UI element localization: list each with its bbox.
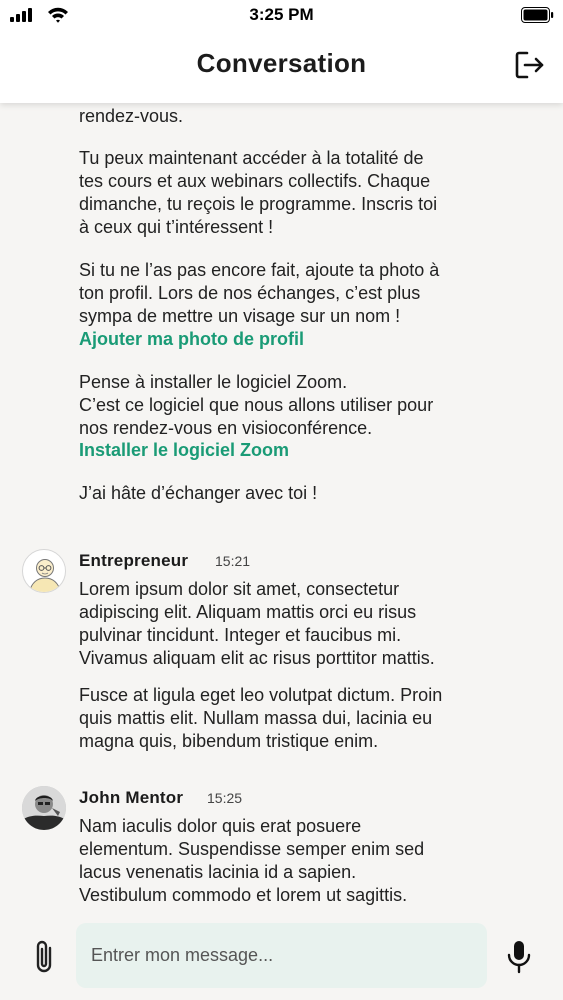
message-text: Si tu ne l’as pas encore fait, ajoute ta… (79, 260, 440, 280)
paperclip-icon[interactable] (30, 938, 58, 976)
top-bar: 3:25 PM Conversation (0, 0, 563, 103)
message-text: C’est ce logiciel que nous allons utilis… (79, 395, 434, 415)
message-text: Tu peux maintenant accéder à la totalité… (79, 148, 424, 168)
message-author: Entrepreneur (79, 551, 189, 570)
john-mentor-avatar (22, 786, 66, 830)
message-time: 15:21 (215, 553, 251, 569)
message-text: pulvinar tincidunt. Integer et faucibus … (79, 625, 402, 645)
logout-icon[interactable] (515, 50, 545, 80)
message-text: Pense à installer le logiciel Zoom. (79, 372, 348, 392)
message-text: ton profil. Lors de nos échanges, c’est … (79, 283, 421, 303)
battery-icon (521, 7, 554, 23)
message-text: tes cours et aux webinars collectifs. Ch… (79, 171, 431, 191)
message-author: John Mentor (79, 788, 184, 807)
install-zoom-link[interactable]: Installer le logiciel Zoom (79, 440, 289, 461)
status-time: 3:25 PM (249, 5, 314, 24)
user-illustration-icon (28, 559, 62, 592)
message-text: Fusce at ligula eget leo volutpat dictum… (79, 685, 443, 705)
page-title: Conversation (196, 48, 367, 78)
message-text: elementum. Suspendisse semper enim sed (79, 839, 425, 859)
add-profile-photo-link[interactable]: Ajouter ma photo de profil (79, 329, 304, 350)
message-text: J’ai hâte d’échanger avec toi ! (79, 483, 318, 503)
message-text: magna quis, bibendum tristique enim. (79, 731, 379, 751)
microphone-icon[interactable] (506, 940, 532, 974)
profile-photo-icon (22, 786, 66, 830)
status-bar: 3:25 PM (0, 0, 563, 30)
message-text: nos rendez-vous en visioconférence. (79, 418, 373, 438)
message-text: quis mattis elit. Nullam massa dui, laci… (79, 708, 433, 728)
message-text: lacus venenatis lacinia id a sapien. (79, 862, 357, 882)
message-list[interactable]: rendez-vous. Tu peux maintenant accéder … (0, 0, 563, 1000)
message-text: Vestibulum commodo et lorem ut sagittis. (79, 885, 408, 905)
message-text: rendez-vous. (79, 106, 184, 126)
message-text: Vivamus aliquam elit ac risus porttitor … (79, 648, 435, 668)
message-text: dimanche, tu reçois le programme. Inscri… (79, 194, 438, 214)
message-text: à ceux qui t’intéressent ! (79, 217, 274, 237)
message-text: adipiscing elit. Aliquam mattis orci eu … (79, 602, 417, 622)
message-time: 15:25 (207, 790, 243, 806)
message-text: sympa de mettre un visage sur un nom ! (79, 306, 401, 326)
message-input[interactable] (76, 923, 487, 988)
message-text: Lorem ipsum dolor sit amet, consectetur (79, 579, 400, 599)
entrepreneur-avatar (22, 549, 66, 593)
message-text: Nam iaculis dolor quis erat posuere (79, 816, 362, 836)
